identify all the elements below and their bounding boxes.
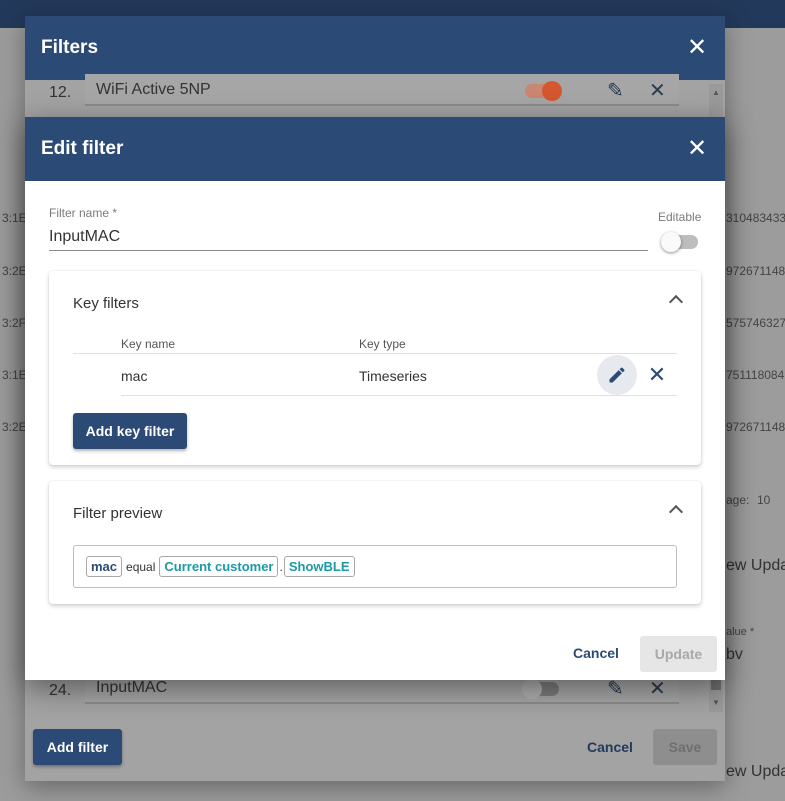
filters-cancel-button[interactable]: Cancel	[587, 739, 633, 755]
toggle-knob	[661, 232, 681, 252]
key-type-cell: Timeseries	[359, 368, 427, 384]
filter-row-name: InputMAC	[96, 679, 168, 696]
close-filters-icon[interactable]: ✕	[685, 36, 709, 60]
filter-row-name: WiFi Active 5NP	[96, 81, 211, 98]
chevron-up-icon[interactable]	[668, 294, 684, 310]
bg-table-cell: 310483433	[726, 211, 785, 225]
filter-enabled-toggle[interactable]	[525, 81, 562, 101]
bg-table-cell: 3:2E	[2, 264, 27, 278]
chevron-up-icon[interactable]	[668, 504, 684, 520]
scroll-thumb[interactable]	[711, 680, 721, 690]
filters-dialog-title: Filters	[41, 37, 99, 58]
filter-row: 12. WiFi Active 5NP ✎ ✕	[25, 74, 725, 112]
key-name-column-header: Key name	[121, 337, 176, 351]
bg-table-cell: 3:1E	[2, 368, 27, 382]
delete-filter-icon[interactable]: ✕	[649, 78, 666, 103]
key-filters-panel: Key filters Key name Key type mac Timese…	[49, 271, 701, 465]
bg-table-cell: 972671148	[726, 420, 785, 434]
preview-key-chip: mac	[86, 556, 123, 577]
filter-name-label: Filter name *	[49, 206, 118, 220]
bg-table-cell: 972671148	[726, 264, 785, 278]
edit-key-filter-button[interactable]	[597, 355, 637, 395]
divider	[121, 395, 677, 396]
close-edit-filter-icon[interactable]: ✕	[685, 137, 709, 161]
editable-label: Editable	[658, 210, 702, 224]
filter-row-number: 12.	[49, 84, 72, 101]
editable-toggle[interactable]	[661, 232, 698, 252]
bg-right-panel-value: bv	[726, 646, 743, 663]
filter-preview-box: mac equal Current customer . ShowBLE	[73, 545, 677, 588]
edit-filter-header: Edit filter ✕	[25, 117, 725, 181]
scroll-down-icon[interactable]: ▼	[712, 698, 720, 707]
pencil-icon	[609, 367, 625, 383]
add-filter-button[interactable]: Add filter	[33, 729, 122, 765]
remove-key-filter-icon[interactable]: ✕	[647, 360, 667, 390]
divider	[73, 353, 677, 354]
filter-preview-title: Filter preview	[73, 505, 163, 522]
preview-operation: equal	[126, 559, 156, 574]
key-type-column-header: Key type	[359, 337, 406, 351]
filters-save-button[interactable]: Save	[653, 729, 717, 765]
filter-name-input[interactable]	[49, 223, 648, 251]
filter-row-number: 24.	[49, 682, 72, 699]
key-name-cell: mac	[121, 368, 148, 384]
bg-table-cell: 3:2F	[2, 316, 27, 330]
filter-enabled-toggle[interactable]	[522, 679, 559, 699]
bg-right-panel-title: ew Upda	[726, 557, 785, 574]
bg-right-panel-label: alue *	[726, 626, 755, 638]
toggle-knob	[522, 679, 542, 699]
edit-pencil-icon[interactable]: ✎	[607, 78, 624, 103]
key-filters-title: Key filters	[73, 295, 139, 312]
bg-page-size-label: age:	[726, 493, 750, 507]
bg-table-cell: 575746327	[726, 316, 785, 330]
edit-filter-dialog: Edit filter ✕ Filter name * Editable Key…	[25, 117, 725, 680]
toggle-knob	[542, 81, 562, 101]
add-key-filter-button[interactable]: Add key filter	[73, 413, 187, 449]
preview-value-source-chip: Current customer	[159, 556, 279, 577]
scroll-up-icon[interactable]: ▲	[712, 88, 720, 97]
update-button[interactable]: Update	[640, 636, 717, 672]
bg-right-panel-title: ew Upda	[726, 763, 785, 780]
preview-attribute-chip: ShowBLE	[283, 556, 355, 577]
filters-dialog-header: Filters ✕	[25, 16, 725, 80]
filter-preview-panel: Filter preview mac equal Current custome…	[49, 481, 701, 604]
edit-cancel-button[interactable]: Cancel	[573, 645, 619, 661]
edit-filter-title: Edit filter	[41, 138, 124, 159]
preview-separator: .	[279, 559, 283, 574]
filter-name-field[interactable]: WiFi Active 5NP ✎ ✕	[85, 74, 679, 106]
bg-page-size-value: 10	[757, 493, 771, 507]
bg-table-cell: 751118084	[726, 368, 785, 382]
bg-table-cell: 3:1E	[2, 211, 27, 225]
bg-table-cell: 3:2E	[2, 420, 27, 434]
